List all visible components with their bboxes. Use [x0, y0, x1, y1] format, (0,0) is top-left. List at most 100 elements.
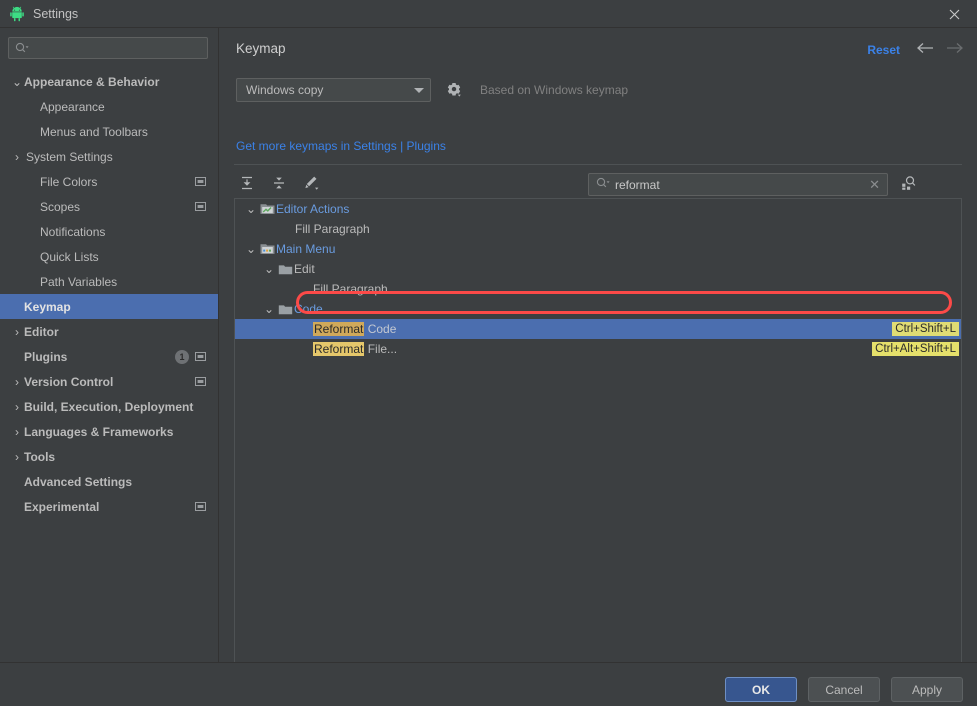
keymap-tree-body: ⌄ Editor Actions Fill Paragraph ⌄ Main Menu ⌄…: [235, 199, 961, 359]
tree-row[interactable]: Fill Paragraph: [235, 219, 961, 239]
sidebar-search-box[interactable]: [8, 37, 208, 59]
folder-icon-wrap: [277, 303, 294, 316]
project-scope-icon: [195, 502, 206, 511]
tree-row-text: Code: [364, 322, 397, 336]
action-search-input[interactable]: [615, 177, 868, 192]
chevron-icon[interactable]: ⌄: [10, 75, 24, 89]
sidebar-item-version-control[interactable]: › Version Control: [0, 369, 218, 394]
sidebar-item-notifications[interactable]: Notifications: [0, 219, 218, 244]
keymap-settings-button[interactable]: [446, 82, 462, 98]
sidebar-item-label: Languages & Frameworks: [24, 424, 174, 439]
sidebar-item-scopes[interactable]: Scopes: [0, 194, 218, 219]
sidebar-item-editor[interactable]: › Editor: [0, 319, 218, 344]
sidebar-item-tools[interactable]: › Tools: [0, 444, 218, 469]
chevron-icon[interactable]: ›: [10, 450, 24, 464]
tree-toolbar: [236, 172, 322, 194]
sidebar-item-path-variables[interactable]: Path Variables: [0, 269, 218, 294]
chevron-down-icon[interactable]: ⌄: [261, 262, 277, 276]
ok-button[interactable]: OK: [725, 677, 797, 702]
sidebar-item-label: Appearance: [40, 99, 105, 114]
edit-shortcut-button[interactable]: [300, 172, 322, 194]
sidebar-item-indicators: [195, 176, 206, 187]
tree-row-text: Code: [294, 302, 323, 316]
sidebar-item-label: Scopes: [40, 199, 81, 214]
chevron-icon[interactable]: ›: [10, 425, 24, 439]
get-more-keymaps-link[interactable]: Get more keymaps in Settings | Plugins: [236, 139, 446, 153]
chevron-icon[interactable]: ›: [10, 375, 24, 389]
sidebar-item-keymap[interactable]: Keymap: [0, 294, 218, 319]
editor-actions-icon-wrap: [259, 202, 276, 216]
apply-button[interactable]: Apply: [891, 677, 963, 702]
project-scope-icon: [195, 177, 206, 186]
sidebar-item-indicators: [195, 201, 206, 212]
chevron-down-icon[interactable]: ⌄: [243, 242, 259, 256]
collapse-all-button[interactable]: [268, 172, 290, 194]
chevron-down-icon[interactable]: ⌄: [243, 202, 259, 216]
keymap-select[interactable]: Windows copy: [236, 78, 431, 102]
chevron-icon[interactable]: ›: [10, 400, 24, 414]
tree-row[interactable]: ⌄ Code: [235, 299, 961, 319]
cancel-button[interactable]: Cancel: [808, 677, 880, 702]
reset-link[interactable]: Reset: [867, 43, 900, 57]
sidebar-item-languages-frameworks[interactable]: › Languages & Frameworks: [0, 419, 218, 444]
sidebar-item-system-settings[interactable]: › System Settings: [0, 144, 218, 169]
sidebar-item-experimental[interactable]: Experimental: [0, 494, 218, 519]
tree-row-label: Main Menu: [276, 242, 335, 256]
tree-row[interactable]: ⌄ Edit: [235, 259, 961, 279]
plugin-update-badge: 1: [175, 349, 189, 364]
tree-row-text: File...: [364, 342, 398, 356]
window-title: Settings: [33, 6, 79, 21]
main-menu-icon: [260, 244, 275, 254]
tree-row-text: Edit: [294, 262, 315, 276]
sidebar-item-build-execution-deployment[interactable]: › Build, Execution, Deployment: [0, 394, 218, 419]
shortcut-badge: Ctrl+Shift+L: [892, 322, 959, 336]
chevron-down-icon[interactable]: ⌄: [261, 302, 277, 316]
project-scope-icon: [195, 352, 206, 361]
search-dropdown-icon: [15, 42, 29, 54]
tree-row-label: Editor Actions: [276, 202, 349, 216]
sidebar-item-file-colors[interactable]: File Colors: [0, 169, 218, 194]
back-button[interactable]: [916, 42, 934, 57]
tree-row[interactable]: ⌄ Main Menu: [235, 239, 961, 259]
android-robot-icon: [10, 6, 24, 21]
search-dropdown-icon: [596, 177, 610, 192]
clear-search-button[interactable]: ✕: [867, 177, 882, 193]
keymap-select-value: Windows copy: [246, 83, 324, 97]
shortcut-badge: Ctrl+Alt+Shift+L: [872, 342, 959, 356]
tree-row[interactable]: Reformat File... Ctrl+Alt+Shift+L: [235, 339, 961, 359]
tree-row[interactable]: ⌄ Editor Actions: [235, 199, 961, 219]
tree-row[interactable]: Reformat Code Ctrl+Shift+L: [235, 319, 961, 339]
sidebar-item-appearance[interactable]: Appearance: [0, 94, 218, 119]
sidebar-item-label: Tools: [24, 449, 56, 464]
sidebar-item-appearance-behavior[interactable]: ⌄ Appearance & Behavior: [0, 69, 218, 94]
chevron-icon[interactable]: ›: [10, 325, 24, 339]
sidebar-item-label: Menus and Toolbars: [40, 124, 148, 139]
tree-row[interactable]: Fill Paragraph: [235, 279, 961, 299]
search-match-highlight: Reformat: [313, 342, 365, 356]
main-panel: Keymap Reset Windows copy Based on Windo…: [220, 28, 977, 666]
main-header: Keymap Reset: [220, 28, 977, 68]
forward-button[interactable]: [946, 42, 964, 57]
project-scope-icon: [195, 377, 206, 386]
sidebar-item-label: Build, Execution, Deployment: [24, 399, 194, 414]
tree-row-label: Edit: [294, 262, 315, 276]
chevron-icon[interactable]: ›: [10, 150, 24, 164]
sidebar-item-plugins[interactable]: Plugins 1: [0, 344, 218, 369]
expand-all-button[interactable]: [236, 172, 258, 194]
sidebar-item-menus-and-toolbars[interactable]: Menus and Toolbars: [0, 119, 218, 144]
sidebar-item-label: Version Control: [24, 374, 114, 389]
sidebar-item-quick-lists[interactable]: Quick Lists: [0, 244, 218, 269]
sidebar-item-indicators: 1: [175, 349, 206, 364]
arrow-right-icon: [947, 43, 963, 53]
tree-row-text: Fill Paragraph: [313, 282, 388, 296]
keymap-tree[interactable]: ⌄ Editor Actions Fill Paragraph ⌄ Main Menu ⌄…: [234, 198, 962, 666]
action-search-box[interactable]: ✕: [588, 173, 888, 196]
dialog-buttons: OK Cancel Apply: [725, 677, 963, 702]
sidebar-item-label: Editor: [24, 324, 59, 339]
find-by-shortcut-button[interactable]: [900, 174, 918, 195]
sidebar-search-input[interactable]: [33, 41, 201, 55]
divider: [234, 164, 962, 165]
sidebar-item-advanced-settings[interactable]: Advanced Settings: [0, 469, 218, 494]
close-button[interactable]: [931, 0, 977, 28]
based-on-label: Based on Windows keymap: [480, 83, 629, 97]
